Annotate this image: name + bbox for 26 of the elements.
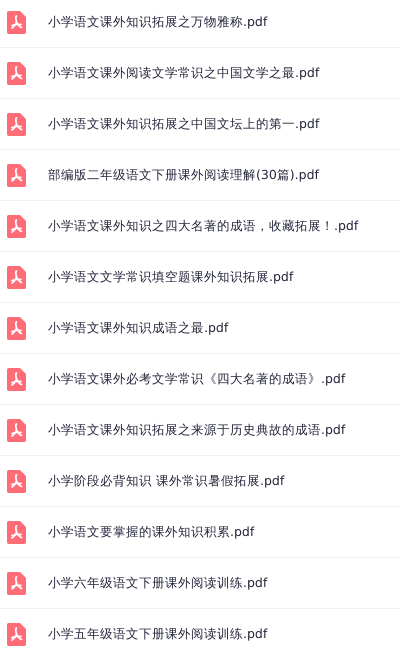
pdf-file-icon [7,266,26,288]
pdf-file-icon [7,622,26,646]
pdf-file-icon [7,572,26,594]
pdf-file-icon [7,214,26,238]
file-name[interactable]: 小学五年级语文下册课外阅读训练.pdf [48,626,268,642]
file-name[interactable]: 小学语文课外阅读文学常识之中国文学之最.pdf [48,64,320,82]
file-name[interactable]: 小学语文课外必考文学常识《四大名著的成语》.pdf [48,370,346,388]
file-name[interactable]: 小学语文课外知识成语之最.pdf [48,320,228,336]
file-name[interactable]: 小学语文课外知识拓展之来源于历史典故的成语.pdf [48,422,346,438]
pdf-file-icon [7,316,26,340]
file-name[interactable]: 小学语文文学常识填空题课外知识拓展.pdf [48,268,294,286]
file-name[interactable]: 小学阶段必背知识 课外常识暑假拓展.pdf [48,472,284,490]
pdf-file-icon [7,470,26,492]
file-name[interactable]: 小学语文要掌握的课外知识积累.pdf [48,524,254,540]
pdf-file-icon [7,10,26,34]
pdf-file-icon [7,164,26,186]
file-name[interactable]: 小学语文课外知识拓展之中国文坛上的第一.pdf [48,116,320,132]
pdf-file-icon [7,62,26,84]
pdf-file-icon [7,368,26,390]
file-name[interactable]: 部编版二年级语文下册课外阅读理解(30篇).pdf [48,166,319,184]
file-name[interactable]: 小学语文课外知识之四大名著的成语，收藏拓展！.pdf [48,218,358,234]
file-name[interactable]: 小学六年级语文下册课外阅读训练.pdf [48,574,268,592]
pdf-file-icon [7,520,26,544]
pdf-file-icon [7,418,26,442]
file-name[interactable]: 小学语文课外知识拓展之万物雅称.pdf [48,14,268,30]
pdf-file-icon [7,112,26,136]
